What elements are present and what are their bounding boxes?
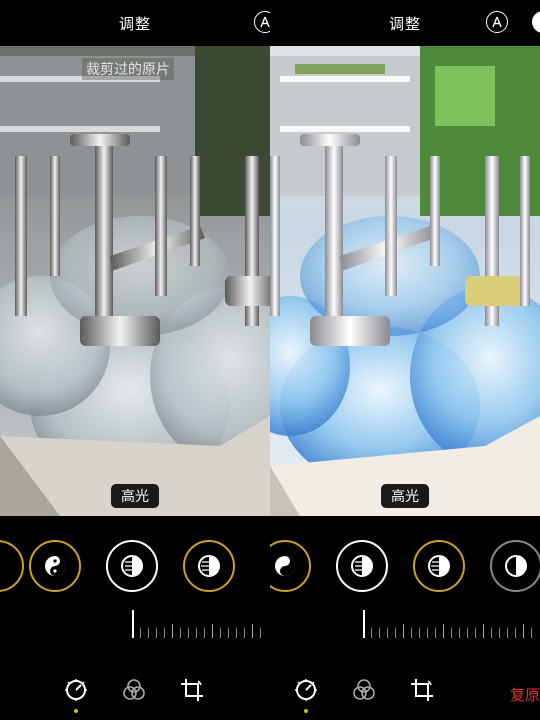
bottom-tab-bar [270, 676, 540, 716]
previous-dial[interactable] [0, 540, 24, 592]
adjustment-dials [270, 540, 540, 596]
left-edit-panel: 调整 裁剪过的原片 高光 [0, 0, 270, 720]
crop-rotate-icon[interactable] [408, 676, 436, 704]
screen-title: 调整 [118, 15, 151, 33]
adjustment-slider[interactable] [363, 608, 540, 638]
auto-enhance-icon[interactable] [254, 11, 270, 33]
original-photo-label: 裁剪过的原片 [82, 58, 174, 80]
slider-indicator[interactable] [132, 610, 134, 638]
active-tab-dot [74, 709, 78, 713]
active-tab-dot [304, 709, 308, 713]
adjust-dial-icon[interactable] [62, 676, 90, 713]
bottom-tab-bar [0, 676, 270, 716]
brightness-circle-icon[interactable] [490, 540, 540, 592]
parameter-label: 高光 [111, 484, 159, 508]
shadows-yinyang-icon[interactable] [29, 540, 81, 592]
auto-enhance-icon[interactable] [486, 11, 508, 33]
adjustment-dials [0, 540, 270, 596]
top-bar: 调整 [270, 0, 540, 46]
shadows-yinyang-icon[interactable] [336, 540, 388, 592]
adjustment-slider[interactable] [132, 608, 270, 638]
slider-indicator[interactable] [363, 610, 365, 638]
top-bar: 调整 [0, 0, 270, 46]
right-edit-panel: 调整 高光 复原 [270, 0, 540, 720]
filters-circles-icon[interactable] [120, 676, 148, 704]
brightness-circle-icon[interactable] [183, 540, 235, 592]
adjust-dial-icon[interactable] [292, 676, 320, 713]
reset-button[interactable]: 复原 [510, 684, 540, 705]
filters-circles-icon[interactable] [350, 676, 378, 704]
crop-rotate-icon[interactable] [178, 676, 206, 704]
parameter-label: 高光 [381, 484, 429, 508]
photo-preview[interactable]: 高光 [270, 46, 540, 516]
contrast-circle-icon[interactable] [106, 540, 158, 592]
previous-dial[interactable] [270, 540, 311, 592]
photo-preview[interactable]: 裁剪过的原片 高光 [0, 46, 270, 516]
contrast-circle-icon[interactable] [413, 540, 465, 592]
